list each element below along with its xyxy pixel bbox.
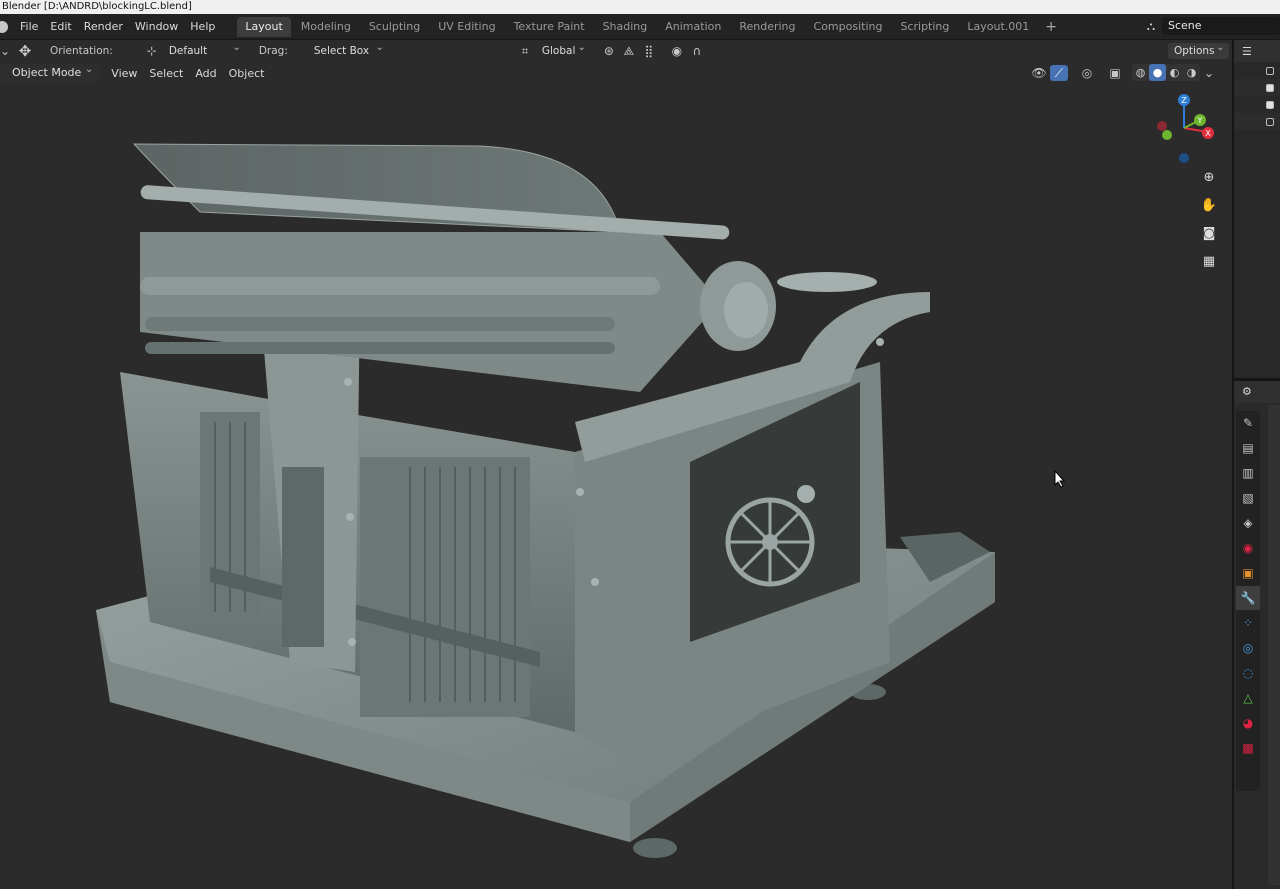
menu-object[interactable]: Object	[223, 67, 271, 80]
workspace-tabs: Layout Modeling Sculpting UV Editing Tex…	[237, 14, 1063, 40]
shading-mode-group: ◍ ● ◐ ◑	[1132, 64, 1200, 81]
orientation-dropdown[interactable]: Default	[163, 40, 245, 59]
tab-modeling[interactable]: Modeling	[293, 17, 359, 37]
checkbox-icon[interactable]	[1266, 117, 1274, 126]
properties-content	[1268, 405, 1280, 885]
object-mode-dropdown[interactable]: Object Mode	[0, 61, 100, 82]
scene-icon[interactable]: ⛬	[1140, 17, 1162, 35]
outliner-header: ☰	[1234, 40, 1280, 62]
overlay-icon[interactable]: ◎	[1078, 65, 1096, 81]
options-dropdown[interactable]: Options	[1168, 40, 1229, 59]
view-layer-icon[interactable]: ▧	[1236, 486, 1260, 510]
properties-panel: ⚙ ✎ ▤ ▥ ▧ ◈ ◉ ▣ 🔧 ⁘ ◎ ◌ △ ◕ ▩	[1232, 381, 1280, 889]
modifier-icon[interactable]: 🔧	[1236, 586, 1260, 610]
scene-name-field[interactable]: Scene	[1162, 17, 1280, 35]
outliner-row[interactable]	[1234, 96, 1280, 113]
mouse-cursor-icon	[1054, 470, 1066, 488]
3d-viewport[interactable]	[0, 62, 1232, 889]
tab-texture-paint[interactable]: Texture Paint	[506, 17, 593, 37]
wireframe-shading-icon[interactable]: ◍	[1132, 64, 1149, 81]
menu-add[interactable]: Add	[189, 67, 222, 80]
viewport-header: Object Mode View Select Add Object 👁 ⟋ ◎…	[0, 61, 1232, 84]
physics-icon[interactable]: ◎	[1236, 636, 1260, 660]
tab-sculpting[interactable]: Sculpting	[361, 17, 428, 37]
gizmo-z-label: Z	[1181, 96, 1187, 105]
menu-file[interactable]: File	[14, 14, 44, 40]
proportional-edit-icon[interactable]: ◉	[668, 43, 686, 59]
tab-uv-editing[interactable]: UV Editing	[430, 17, 503, 37]
constraints-icon[interactable]: ◌	[1236, 661, 1260, 685]
menu-render[interactable]: Render	[78, 14, 129, 40]
add-workspace-button[interactable]: +	[1039, 17, 1063, 37]
transform-orientation-dropdown[interactable]: Global	[536, 40, 590, 59]
menu-window[interactable]: Window	[129, 14, 184, 40]
blender-logo-icon[interactable]	[0, 20, 8, 33]
tab-rendering[interactable]: Rendering	[731, 17, 803, 37]
properties-tabs: ✎ ▤ ▥ ▧ ◈ ◉ ▣ 🔧 ⁘ ◎ ◌ △ ◕ ▩	[1236, 411, 1260, 791]
transform-orientation-icon: ⌗	[521, 44, 529, 58]
tab-layout-001[interactable]: Layout.001	[959, 17, 1037, 37]
tab-shading[interactable]: Shading	[595, 17, 656, 37]
scene-selector: ⛬ Scene	[1140, 17, 1280, 35]
outliner-row[interactable]	[1234, 113, 1280, 130]
top-bar: File Edit Render Window Help Layout Mode…	[0, 14, 1280, 40]
material-shading-icon[interactable]: ◐	[1166, 64, 1183, 81]
outliner-row[interactable]	[1234, 79, 1280, 96]
menu-select[interactable]: Select	[143, 67, 189, 80]
checkbox-icon[interactable]	[1266, 100, 1274, 109]
hand-pan-icon[interactable]: ✋	[1198, 195, 1220, 217]
navigation-gizmo[interactable]: Z X Y	[1152, 90, 1220, 166]
scene-icon[interactable]: ◈	[1236, 511, 1260, 535]
xray-icon[interactable]: ▣	[1106, 65, 1124, 81]
object-icon[interactable]: ▣	[1236, 561, 1260, 585]
output-icon[interactable]: ▥	[1236, 461, 1260, 485]
gizmo-x-label: X	[1205, 129, 1211, 138]
tab-layout[interactable]: Layout	[237, 16, 291, 37]
checkbox-icon[interactable]	[1266, 83, 1274, 92]
visibility-icon[interactable]: 👁	[1030, 65, 1048, 81]
move-tool-icon[interactable]: ✥	[16, 43, 34, 59]
tool-icon[interactable]: ✎	[1236, 411, 1260, 435]
material-icon[interactable]: ◕	[1236, 711, 1260, 735]
tab-scripting[interactable]: Scripting	[892, 17, 957, 37]
tab-animation[interactable]: Animation	[657, 17, 729, 37]
particles-icon[interactable]: ⁘	[1236, 611, 1260, 635]
drag-dropdown[interactable]: Select Box	[308, 40, 388, 59]
outliner-panel: ☰	[1232, 40, 1280, 380]
texture-icon[interactable]: ▩	[1236, 736, 1260, 760]
orientation-icon: ⊹	[146, 44, 157, 58]
window-title: Blender [D:\ANDRD\blockingLC.blend]	[0, 0, 1280, 14]
menu-help[interactable]: Help	[184, 14, 221, 40]
checkbox-icon[interactable]	[1266, 66, 1274, 75]
world-icon[interactable]: ◉	[1236, 536, 1260, 560]
viewport-shading-controls: 👁 ⟋ ◎ ▣ ◍ ● ◐ ◑ ⌄	[1030, 64, 1220, 81]
snap-target-icon[interactable]: ⣿	[640, 43, 658, 59]
outliner-editor-icon[interactable]: ☰	[1242, 45, 1252, 58]
shading-options-icon[interactable]: ⌄	[1200, 65, 1218, 81]
solid-shading-icon[interactable]: ●	[1149, 64, 1166, 81]
menu-edit[interactable]: Edit	[44, 14, 77, 40]
rendered-shading-icon[interactable]: ◑	[1183, 64, 1200, 81]
data-icon[interactable]: △	[1236, 686, 1260, 710]
properties-editor-icon[interactable]: ⚙	[1242, 385, 1252, 398]
drag-label: Drag:	[258, 45, 288, 57]
properties-header: ⚙	[1234, 381, 1280, 403]
render-icon[interactable]: ▤	[1236, 436, 1260, 460]
zoom-icon[interactable]: ⊕	[1198, 167, 1220, 189]
grid-ortho-icon[interactable]: ▦	[1198, 251, 1220, 273]
outliner-row[interactable]	[1234, 62, 1280, 79]
menu-view[interactable]: View	[105, 67, 143, 80]
orientation-label: Orientation:	[50, 45, 113, 57]
falloff-icon[interactable]: ∩	[688, 43, 706, 59]
snap-icon[interactable]: ⟁	[620, 43, 638, 59]
gizmo-y-label: Y	[1197, 116, 1203, 125]
camera-icon[interactable]: ◙	[1198, 223, 1220, 245]
pivot-point-icon[interactable]: ⊛	[600, 43, 618, 59]
tab-compositing[interactable]: Compositing	[806, 17, 891, 37]
typewriter-model	[96, 143, 995, 858]
tool-settings-bar: ⌄ ✥ Orientation: ⊹ Default Drag: Select …	[0, 40, 1232, 62]
tool-dropdown-icon[interactable]: ⌄	[0, 43, 14, 59]
gizmo-toggle-icon[interactable]: ⟋	[1050, 64, 1068, 81]
